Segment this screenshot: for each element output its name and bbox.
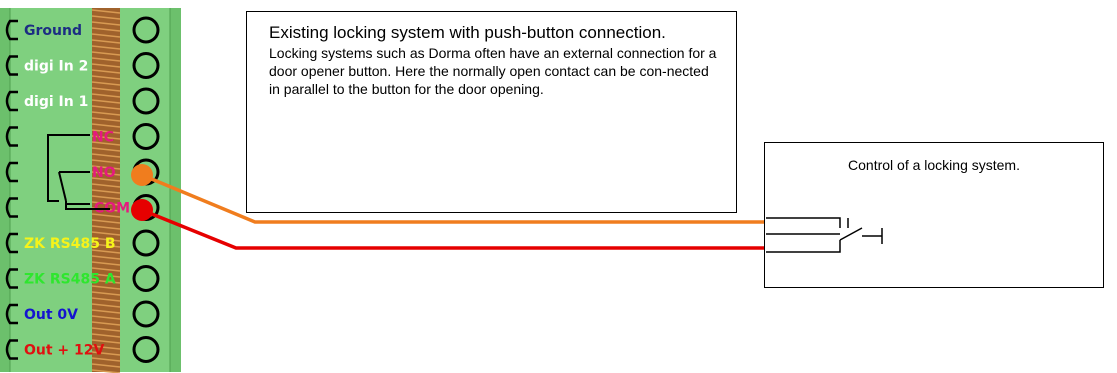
terminal-label: digi In 2 [24,59,88,75]
callout-body: Locking systems such as Dorma often have… [269,45,717,97]
callout-box: Existing locking system with push-button… [246,11,737,213]
terminal-label: NO [92,165,116,181]
terminal-label: NC [92,130,114,146]
terminal-screw [132,87,160,115]
terminal-screw [132,52,160,79]
terminal-label: ZK RS485 A [24,272,116,288]
locking-system-box: Control of a locking system. [764,142,1104,288]
terminal-label: Out + 12V [24,343,105,359]
locking-system-title: Control of a locking system. [848,157,1020,173]
terminal-screw [132,300,160,328]
terminal-label: Ground [24,23,82,39]
terminal-label: ZK RS485 B [24,236,116,252]
copper-bus-strip [91,8,121,373]
terminal-screw [132,265,160,292]
terminal-screw [132,123,160,150]
no-terminal-dot [131,164,153,186]
com-terminal-dot [131,199,153,221]
terminal-screw [132,336,160,363]
terminal-screw [132,16,160,44]
terminal-screw [132,229,160,257]
callout-title: Existing locking system with push-button… [269,23,666,42]
terminal-label: digi In 1 [24,94,88,110]
terminal-label: Out 0V [24,307,78,323]
